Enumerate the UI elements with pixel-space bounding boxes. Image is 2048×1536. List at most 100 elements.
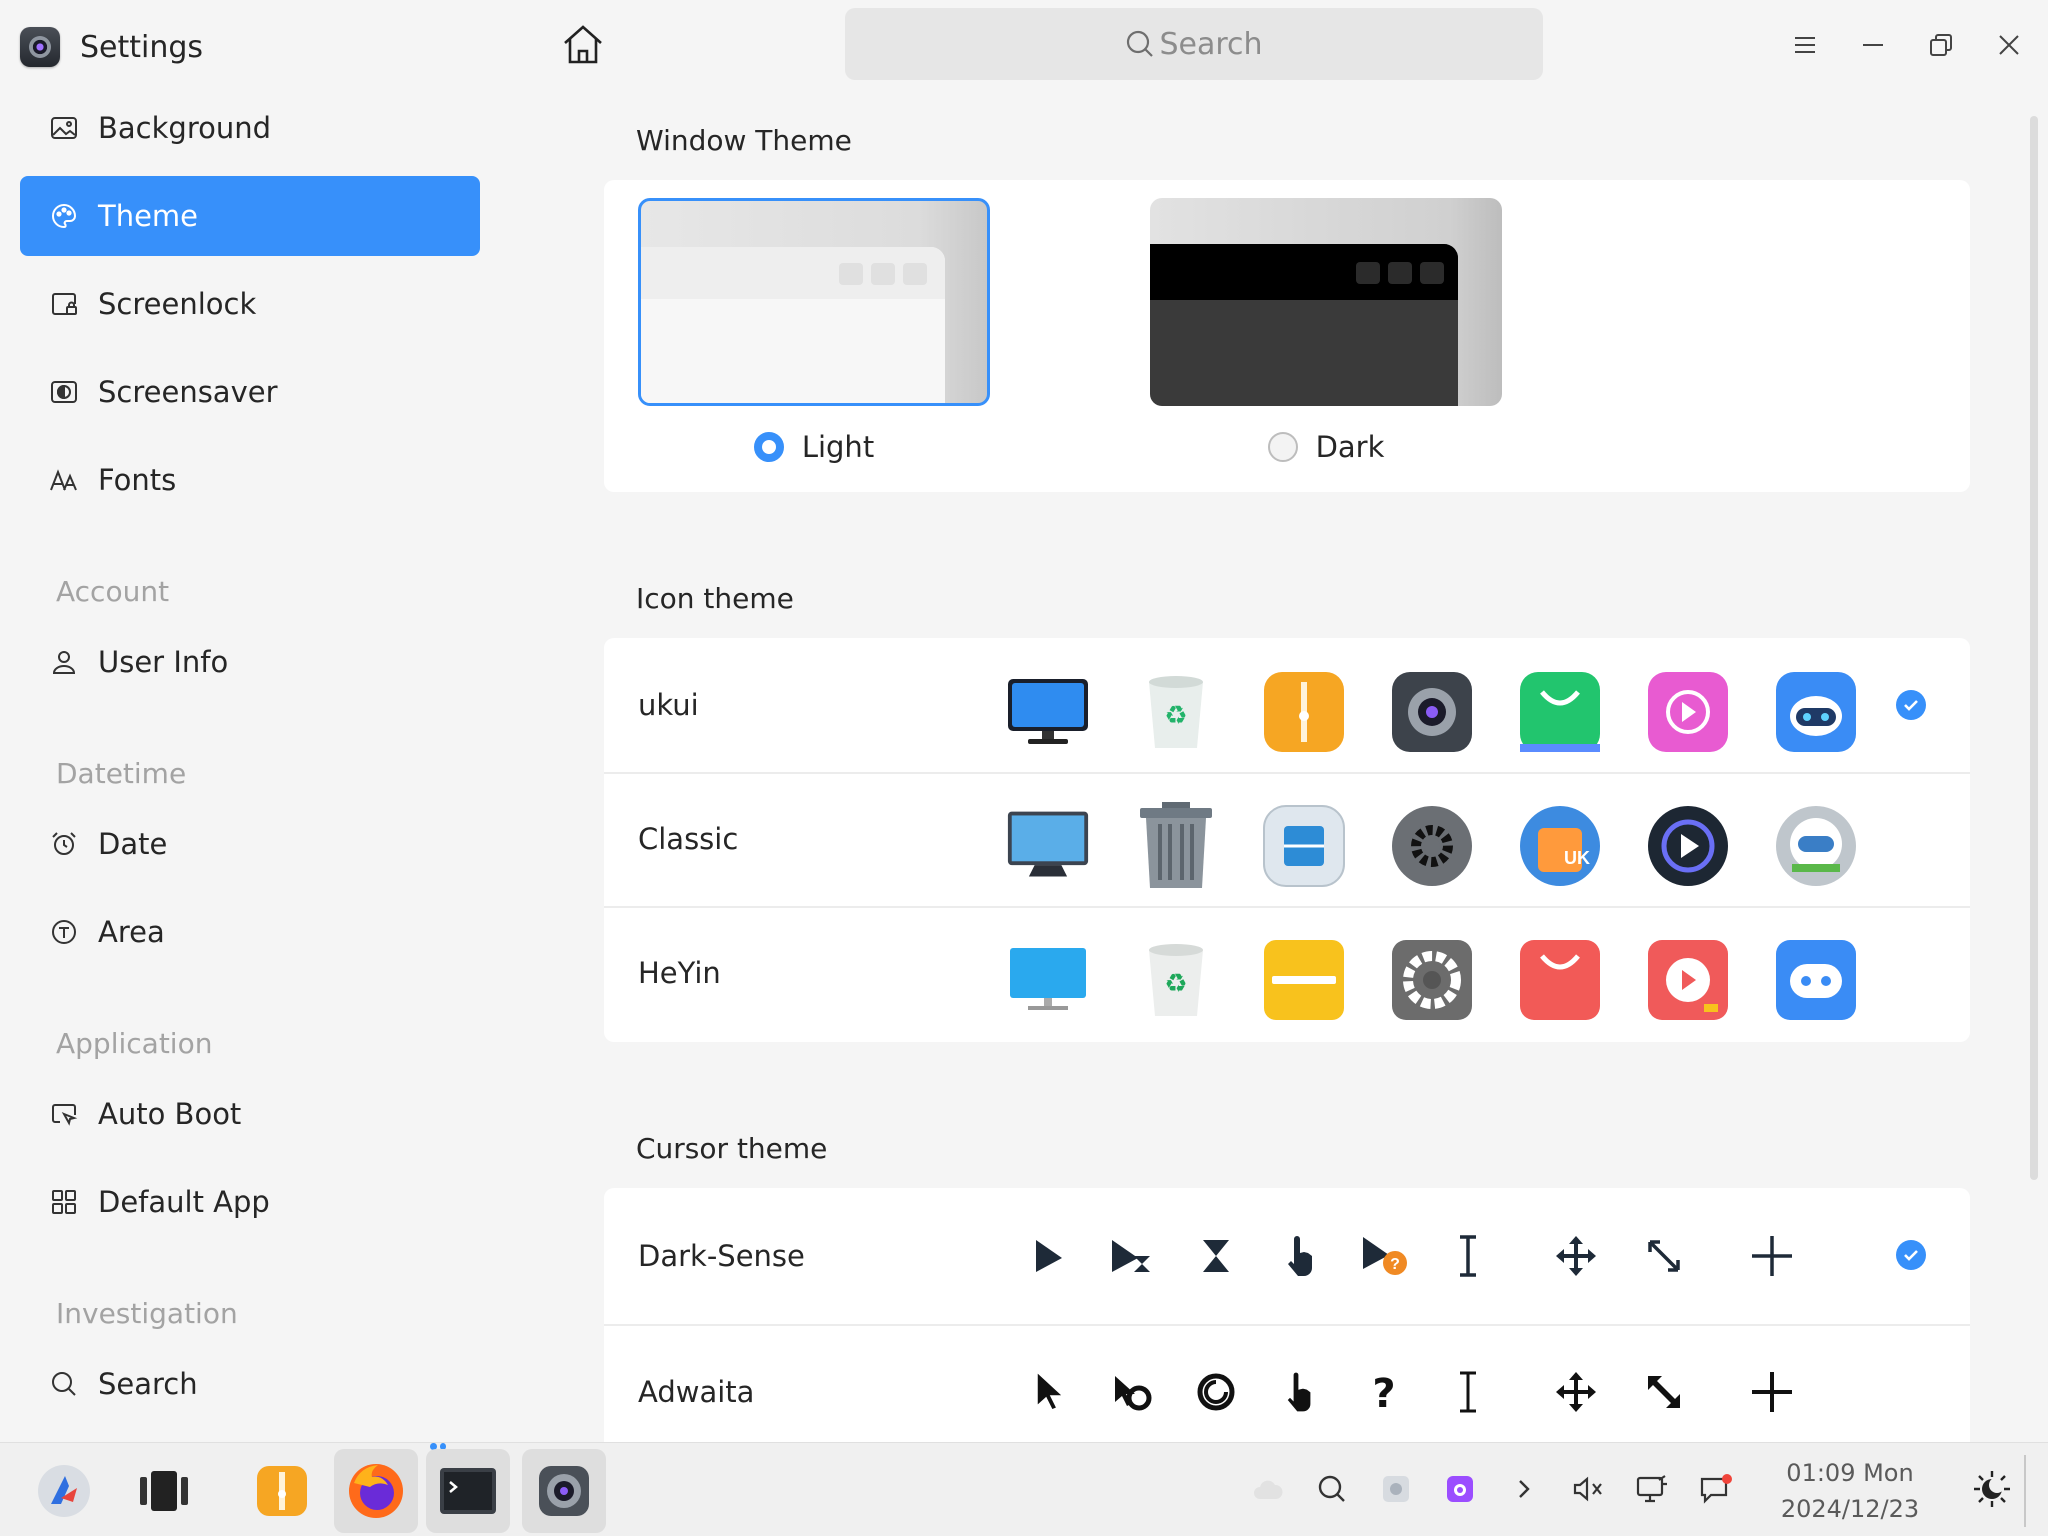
nav-group-account: Account	[56, 575, 170, 608]
terminal-icon	[440, 1468, 496, 1514]
sidebar-item-background[interactable]: Background	[20, 88, 480, 168]
notification-icon	[1700, 1474, 1732, 1504]
camera-tray[interactable]	[1440, 1469, 1480, 1509]
background-icon	[48, 112, 80, 144]
search-icon	[1318, 1475, 1345, 1502]
sidebar-item-area[interactable]: Area	[20, 892, 480, 972]
icon-theme-row-classic[interactable]: Classic UK	[604, 772, 1970, 906]
cursor-theme-name: Dark-Sense	[638, 1239, 805, 1273]
close-button[interactable]	[1984, 20, 2034, 70]
taskbar-settings-app[interactable]	[522, 1449, 606, 1533]
icon-theme-row-heyin[interactable]: HeYin ♻	[604, 906, 1970, 1040]
minimize-icon	[1863, 44, 1883, 46]
trash-icon: ♻	[1134, 940, 1218, 1020]
main-panel: Search Window Theme Light Dark Icon them…	[520, 0, 2048, 1442]
sidebar-item-search[interactable]: Search	[20, 1344, 480, 1424]
search-placeholder: Search	[1159, 26, 1263, 62]
archive-icon	[257, 1466, 307, 1516]
minimize-button[interactable]	[1848, 20, 1898, 70]
assistant-robot-icon	[1774, 940, 1858, 1020]
search-input[interactable]: Search	[845, 8, 1543, 80]
dark-radio-row[interactable]: Dark	[1150, 430, 1502, 464]
sidebar-item-auto-boot[interactable]: Auto Boot	[20, 1074, 480, 1154]
close-icon	[1999, 35, 2019, 55]
sidebar-item-default-app[interactable]: Default App	[20, 1162, 480, 1242]
cursor-theme-row-adwaita[interactable]: Adwaita ?	[604, 1324, 1970, 1442]
multitask-icon	[140, 1471, 188, 1511]
light-theme-preview[interactable]	[638, 198, 990, 406]
nav-group-datetime: Datetime	[56, 757, 187, 790]
theme-option-light[interactable]: Light	[638, 198, 990, 468]
sidebar-item-user-info[interactable]: User Info	[20, 622, 480, 702]
nav-group-application: Application	[56, 1027, 213, 1060]
sidebar-item-date[interactable]: Date	[20, 804, 480, 884]
settings-gear-icon	[1390, 672, 1474, 752]
sidebar-item-label: Theme	[98, 199, 199, 233]
progress-cursor-icon	[1090, 1352, 1174, 1432]
notifications-tray[interactable]	[1696, 1469, 1736, 1509]
menu-button[interactable]	[1780, 20, 1830, 70]
app-header: Settings	[20, 22, 203, 72]
software-store-icon	[1518, 940, 1602, 1020]
svg-text:?: ?	[1372, 1371, 1395, 1413]
taskbar-firefox-app[interactable]	[334, 1449, 418, 1533]
clock-date: 2024/12/23	[1780, 1495, 1920, 1523]
taskbar-terminal-app[interactable]	[426, 1449, 510, 1533]
hand-cursor-icon	[1258, 1216, 1342, 1296]
alarm-clock-icon	[48, 828, 80, 860]
light-label: Light	[801, 430, 875, 464]
night-mode-tray[interactable]	[1970, 1467, 2014, 1511]
show-desktop-button[interactable]	[2024, 1455, 2046, 1527]
sidebar-item-fonts[interactable]: Fonts	[20, 440, 480, 520]
home-button[interactable]	[558, 20, 608, 70]
tray-expand-button[interactable]	[1504, 1469, 1544, 1509]
titlebar: Search	[520, 0, 2048, 90]
cursor-theme-title: Cursor theme	[636, 1132, 828, 1165]
software-store-icon	[1518, 672, 1602, 752]
cursor-theme-row-dark-sense[interactable]: Dark-Sense ?	[604, 1188, 1970, 1324]
sidebar-item-screensaver[interactable]: Screensaver	[20, 352, 480, 432]
area-icon	[48, 916, 80, 948]
scrollbar[interactable]	[2030, 116, 2038, 1180]
dark-radio[interactable]	[1267, 432, 1298, 462]
help-cursor-icon: ?	[1342, 1216, 1426, 1296]
resize-diagonal-cursor-icon	[1622, 1216, 1706, 1296]
dark-theme-preview[interactable]	[1150, 198, 1502, 406]
search-tray[interactable]	[1312, 1469, 1352, 1509]
screenshot-tray[interactable]	[1376, 1469, 1416, 1509]
multitask-view-button[interactable]	[122, 1449, 206, 1533]
weather-tray[interactable]	[1248, 1469, 1288, 1509]
sidebar-item-screenlock[interactable]: Screenlock	[20, 264, 480, 344]
text-cursor-icon	[1426, 1216, 1510, 1296]
restore-button[interactable]	[1916, 20, 1966, 70]
volume-muted-icon	[1573, 1476, 1602, 1502]
screenshot-icon	[1383, 1476, 1409, 1502]
firefox-icon	[349, 1464, 403, 1518]
start-menu-button[interactable]	[22, 1449, 106, 1533]
cursor-theme-card: Dark-Sense ? Adwaita ?	[604, 1188, 1970, 1442]
sidebar-item-label: Default App	[98, 1185, 270, 1219]
clock[interactable]: 01:09 Mon 2024/12/23	[1770, 1455, 1930, 1527]
trash-icon	[1134, 802, 1218, 888]
archive-icon	[1262, 672, 1346, 752]
selected-check-icon	[1896, 1240, 1926, 1270]
network-tray[interactable]	[1632, 1469, 1672, 1509]
settings-gear-icon	[539, 1466, 589, 1516]
kylin-logo-icon	[38, 1465, 90, 1517]
taskbar-archive-app[interactable]	[240, 1449, 324, 1533]
archive-icon	[1262, 940, 1346, 1020]
icon-theme-name: Classic	[638, 822, 739, 856]
icon-theme-row-ukui[interactable]: ukui ♻	[604, 638, 1970, 772]
sidebar-item-label: Screensaver	[98, 375, 278, 409]
light-radio-row[interactable]: Light	[638, 430, 990, 464]
light-radio[interactable]	[753, 432, 784, 462]
brightness-moon-icon	[1974, 1471, 2010, 1507]
svg-text:♻: ♻	[1164, 969, 1187, 999]
screensaver-icon	[48, 376, 80, 408]
fonts-icon	[48, 464, 80, 496]
volume-tray[interactable]	[1568, 1469, 1608, 1509]
hand-cursor-icon	[1258, 1352, 1342, 1432]
sidebar-item-theme[interactable]: Theme	[20, 176, 480, 256]
wait-cursor-icon	[1174, 1352, 1258, 1432]
theme-option-dark[interactable]: Dark	[1150, 198, 1502, 468]
